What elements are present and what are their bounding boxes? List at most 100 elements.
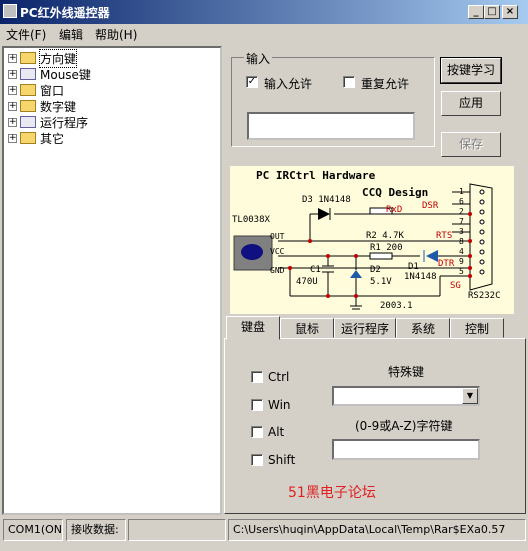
ctrl-checkbox[interactable] [251, 371, 263, 383]
sg-label: SG [450, 281, 461, 291]
tree-item-label: 方向键 [38, 48, 78, 68]
expand-icon[interactable]: + [8, 133, 17, 143]
save-button[interactable]: 保存 [441, 132, 501, 157]
shift-label: Shift [268, 453, 296, 467]
pin-label: 1 [459, 187, 464, 196]
pin-label: 2 [459, 207, 464, 216]
input-group-title: 输入 [244, 50, 273, 67]
apply-button[interactable]: 应用 [441, 91, 501, 116]
tree-item[interactable]: + 其它 [8, 130, 64, 146]
status-recv-value [128, 519, 226, 541]
watermark-text: 51黑电子论坛 [288, 485, 376, 501]
dropdown-arrow-icon[interactable]: ▼ [462, 388, 478, 404]
tab-run-program[interactable]: 运行程序 [334, 318, 396, 338]
char-key-label: (0-9或A-Z)字符键 [355, 419, 453, 433]
menu-file[interactable]: 文件(F) [6, 26, 46, 43]
title-bar[interactable]: PC红外线遥控器 _ □ × [0, 0, 528, 24]
maximize-button[interactable]: □ [484, 5, 500, 19]
diode-d1 [426, 250, 438, 262]
status-bar: COM1(ON) 接收数据: C:\Users\huqin\AppData\Lo… [0, 516, 528, 551]
diagram-subtitle: CCQ Design [362, 186, 428, 199]
special-key-select[interactable]: ▼ [332, 386, 480, 406]
win-checkbox[interactable] [251, 399, 263, 411]
expand-icon[interactable]: + [8, 85, 17, 95]
tab-control-label: 控制 [464, 322, 489, 336]
expand-icon[interactable]: + [8, 101, 17, 111]
diode-d2 [350, 270, 362, 278]
d2-value: 5.1V [370, 277, 392, 287]
tree-item-label: 窗口 [40, 83, 65, 98]
apply-label: 应用 [458, 96, 483, 110]
expand-icon[interactable]: + [8, 117, 17, 127]
tab-keyboard[interactable]: 键盘 [226, 316, 280, 340]
status-path-text: C:\Users\huqin\AppData\Local\Temp\Rar$EX… [233, 523, 506, 536]
resistor-r1 [369, 252, 393, 260]
special-key-label: 特殊键 [388, 365, 425, 379]
tab-mouse-label: 鼠标 [294, 322, 319, 336]
dtr-label: DTR [438, 259, 455, 269]
allow-input-label: 输入允许 [264, 77, 313, 91]
status-recv-label: 接收数据: [66, 519, 126, 541]
date-label: 2003.1 [380, 301, 413, 311]
menu-bar: 文件(F) 编辑 帮助(H) [0, 24, 528, 44]
menu-help[interactable]: 帮助(H) [95, 26, 137, 43]
status-recv-label-text: 接收数据: [71, 523, 119, 536]
program-folder-icon [20, 116, 36, 128]
diagram-title: PC IRCtrl Hardware [256, 169, 376, 182]
key-tree[interactable]: + 方向键 + Mouse键 + 窗口 + 数字键 + 运行程序 + 其它 [2, 46, 222, 515]
tree-item[interactable]: + 方向键 [8, 48, 78, 68]
tab-system[interactable]: 系统 [396, 318, 450, 338]
tree-item-label: 数字键 [40, 99, 77, 114]
learn-key-button[interactable]: 按键学习 [440, 57, 502, 84]
hardware-diagram: PC IRCtrl Hardware CCQ Design TL0038X D3… [230, 166, 514, 314]
pin-label: 9 [459, 257, 464, 266]
status-com: COM1(ON) [3, 519, 63, 541]
tree-item-label: Mouse键 [40, 67, 91, 82]
minimize-button[interactable]: _ [468, 5, 484, 19]
tree-item[interactable]: + 窗口 [8, 82, 64, 98]
tree-item[interactable]: + 数字键 [8, 98, 76, 114]
input-field[interactable] [247, 112, 415, 140]
tab-run-program-label: 运行程序 [340, 322, 389, 336]
app-icon [3, 4, 17, 18]
close-icon: × [505, 6, 515, 17]
mouse-folder-icon [20, 68, 36, 80]
tab-keyboard-label: 键盘 [240, 320, 265, 334]
expand-icon[interactable]: + [8, 69, 17, 79]
win-label: Win [268, 398, 291, 412]
r2-label: R2 4.7K [366, 231, 405, 241]
folder-icon [20, 84, 36, 96]
folder-icon [20, 52, 36, 64]
d1-value: 1N4148 [404, 272, 437, 282]
window-title: PC红外线遥控器 [20, 6, 110, 20]
status-com-text: COM1(ON) [8, 523, 63, 536]
dsr-label: DSR [422, 201, 439, 211]
tl0038-label: TL0038X [232, 215, 271, 225]
allow-input-checkbox[interactable]: ✓ [246, 76, 258, 88]
pin-label: 3 [459, 227, 464, 236]
menu-edit[interactable]: 编辑 [59, 26, 83, 43]
pin-gnd-label: GND [270, 266, 285, 275]
close-button[interactable]: × [502, 5, 518, 19]
pin-out-label: OUT [270, 232, 285, 241]
tree-item[interactable]: + 运行程序 [8, 114, 88, 130]
char-key-input[interactable] [332, 439, 480, 460]
tab-mouse[interactable]: 鼠标 [280, 318, 334, 338]
ctrl-label: Ctrl [268, 370, 290, 384]
pin-label: 6 [459, 197, 464, 206]
expand-icon[interactable]: + [8, 53, 17, 63]
folder-icon [20, 100, 36, 112]
alt-checkbox[interactable] [251, 426, 263, 438]
folder-icon [20, 132, 36, 144]
repeat-allow-checkbox[interactable] [343, 76, 355, 88]
pin-label: 5 [459, 267, 464, 276]
c1-value: 470U [296, 277, 318, 287]
shift-checkbox[interactable] [251, 454, 263, 466]
tab-control[interactable]: 控制 [450, 318, 504, 338]
checkmark-icon: ✓ [247, 76, 257, 87]
alt-label: Alt [268, 425, 285, 439]
tree-item[interactable]: + Mouse键 [8, 66, 91, 82]
c1-label: C1 [310, 265, 321, 275]
d1-label: D1 [408, 262, 419, 272]
rts-label: RTS [436, 231, 452, 241]
